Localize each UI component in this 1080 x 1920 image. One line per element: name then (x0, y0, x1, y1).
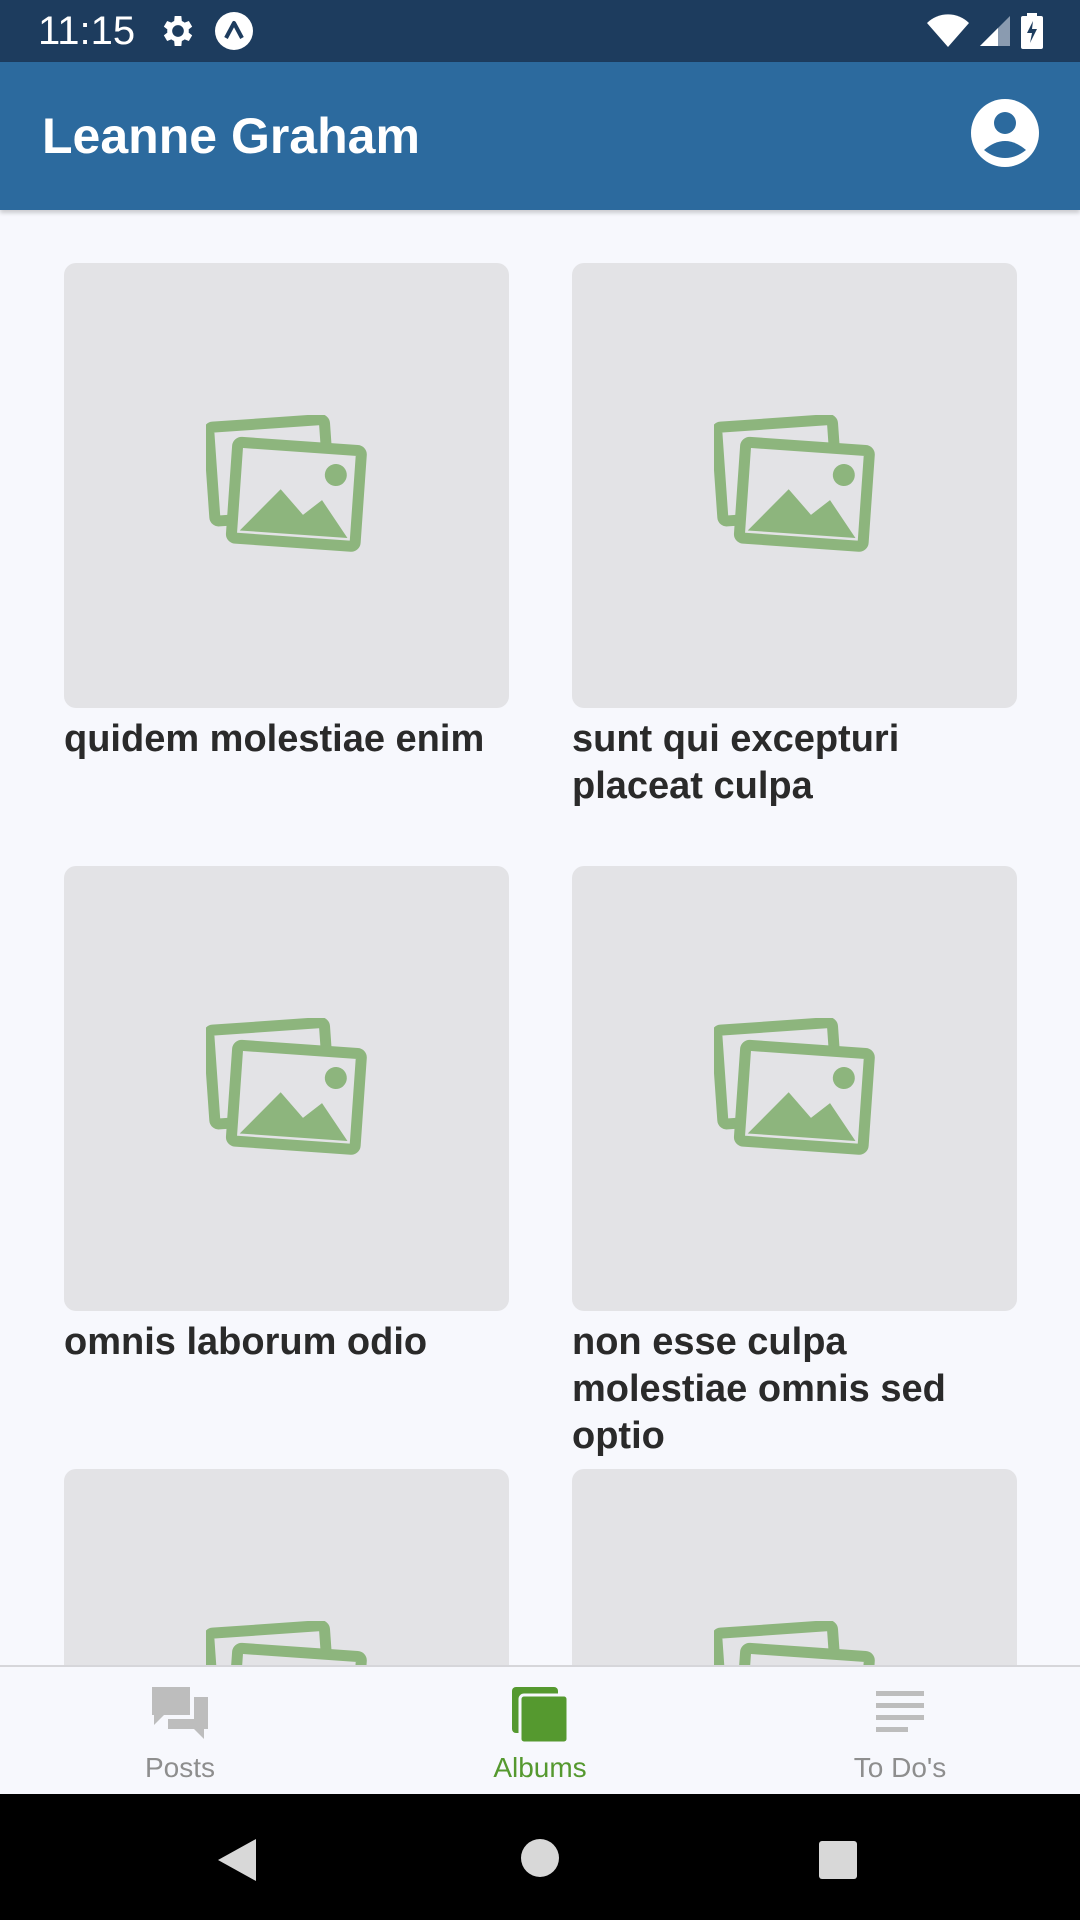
account-circle-icon (970, 99, 1040, 172)
tab-label: To Do's (853, 1752, 947, 1783)
albums-icon (510, 1685, 570, 1750)
album-thumbnail (64, 1469, 509, 1665)
app-notification-icon (214, 11, 254, 56)
tab-posts[interactable]: Posts (0, 1667, 360, 1794)
album-card[interactable]: quidem molestiae enim (64, 263, 509, 763)
app-bar: Leanne Graham (0, 62, 1080, 210)
album-thumbnail (572, 866, 1017, 1311)
album-card[interactable]: sunt qui excepturi placeat culpa (572, 263, 1017, 810)
signal-icon (978, 14, 1012, 53)
chat-bubbles-icon (150, 1685, 210, 1746)
album-card[interactable]: omnis laborum odio (64, 866, 509, 1366)
album-title: sunt qui excepturi placeat culpa (572, 718, 900, 807)
tab-label: Posts (144, 1752, 216, 1783)
gear-icon (158, 11, 198, 56)
album-thumbnail (572, 263, 1017, 708)
battery-icon (1020, 13, 1044, 54)
album-title: omnis laborum odio (64, 1321, 428, 1363)
profile-button[interactable] (970, 98, 1040, 168)
album-card[interactable] (64, 1469, 509, 1665)
status-bar: 11:15 (0, 0, 1080, 62)
album-thumbnail (64, 263, 509, 708)
album-thumbnail (572, 1469, 1017, 1665)
system-navigation-bar (0, 1794, 1080, 1920)
tab-todos[interactable]: To Do's (720, 1667, 1080, 1794)
tab-label: Albums (493, 1752, 587, 1783)
home-button[interactable] (520, 1838, 560, 1883)
album-card[interactable] (572, 1469, 1017, 1665)
page-title: Leanne Graham (42, 108, 420, 164)
recents-button[interactable] (818, 1840, 858, 1885)
list-lines-icon (870, 1685, 930, 1746)
wifi-icon (926, 14, 970, 53)
album-thumbnail (64, 866, 509, 1311)
album-title: quidem molestiae enim (64, 718, 485, 760)
back-button[interactable] (216, 1837, 258, 1888)
bottom-navigation: Posts Albums To Do's (0, 1665, 1080, 1794)
album-card[interactable]: non esse culpa molestiae omnis sed optio (572, 866, 1017, 1460)
album-title: non esse culpa molestiae omnis sed optio (572, 1321, 946, 1457)
albums-grid: quidem molestiae enim sunt qui excepturi… (0, 210, 1080, 1665)
status-time: 11:15 (38, 9, 136, 53)
tab-albums[interactable]: Albums (360, 1667, 720, 1794)
